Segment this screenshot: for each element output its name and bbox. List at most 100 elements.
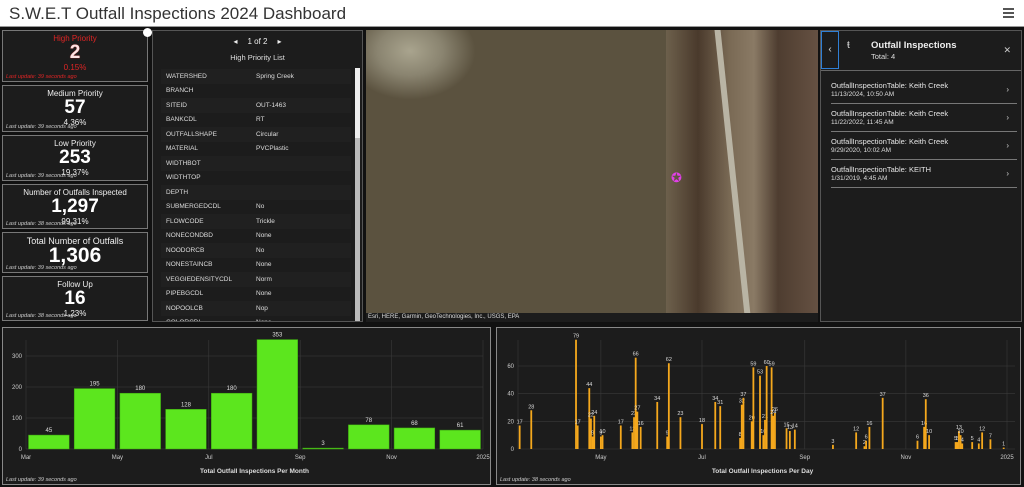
day-bar (765, 366, 768, 449)
card-medium-priority: Medium Priority 57 4.36% Last update: 39… (2, 85, 148, 132)
y-tick-label: 60 (507, 364, 514, 370)
day-bar (865, 440, 868, 449)
data-label: 78 (365, 418, 372, 424)
day-bar (739, 437, 742, 449)
day-bar (774, 413, 776, 449)
header: S.W.E.T Outfall Inspections 2024 Dashboa… (0, 0, 1024, 27)
day-bar (881, 397, 884, 449)
chart-update: Last update: 38 seconds ago (500, 477, 571, 483)
list-item[interactable]: OutfallInspectionTable: Keith Creek 9/29/… (831, 132, 1017, 160)
field-value: RT (256, 116, 265, 124)
resize-handle[interactable] (143, 28, 152, 37)
day-bar (924, 399, 927, 449)
data-label: 3 (321, 441, 325, 447)
data-label: 10 (958, 429, 964, 435)
bar-aug (256, 339, 298, 450)
card-update: Last update: 39 seconds ago (6, 124, 77, 130)
item-date: 1/31/2019, 4:45 AM (831, 175, 888, 182)
day-bar (619, 425, 622, 449)
data-label: 28 (528, 404, 534, 410)
card-high-priority: High Priority 2 0.15% Last update: 39 se… (2, 30, 148, 82)
chevron-right-icon: › (1006, 85, 1009, 94)
table-row: COLORCDLNone (161, 316, 351, 321)
field-value: Circular (256, 130, 279, 138)
card-low-priority: Low Priority 253 19.37% Last update: 39 … (2, 135, 148, 181)
day-bar (989, 439, 992, 449)
chevron-right-icon: › (1006, 141, 1009, 150)
data-label: 79 (573, 334, 579, 340)
field-name: WIDTHTOP (166, 174, 201, 182)
day-bar (961, 443, 964, 449)
y-tick-label: 100 (12, 416, 23, 422)
day-bar (667, 363, 670, 449)
day-bar (740, 404, 743, 449)
attribute-table: WATERSHED Spring Creek BRANCH SITEID OUT-146… (161, 69, 351, 321)
x-tick-label: Mar (21, 455, 31, 461)
table-row: BRANCH (161, 84, 351, 99)
day-bar (631, 432, 634, 449)
day-bar (977, 443, 980, 449)
data-label: 17 (618, 419, 624, 425)
data-label: 27 (634, 406, 640, 412)
field-name: NONECONDBD (166, 232, 213, 240)
data-label: 17 (517, 419, 523, 425)
hamburger-icon[interactable] (1003, 8, 1014, 20)
day-bar (656, 401, 659, 449)
x-tick-label: Nov (386, 455, 397, 461)
table-row: WIDTHTOP (161, 171, 351, 186)
bar-dec (439, 429, 481, 450)
day-bar (764, 419, 766, 449)
item-name: OutfallInspectionTable: Keith Creek (831, 81, 949, 90)
day-bar (599, 436, 602, 449)
scrollbar[interactable] (355, 68, 360, 321)
x-tick-label: Nov (901, 455, 912, 461)
close-icon[interactable]: ✕ (1003, 45, 1011, 56)
outfall-marker-icon[interactable]: ✪ (671, 170, 682, 186)
field-name: SITEID (166, 101, 187, 109)
back-button[interactable]: ‹ (821, 31, 839, 69)
data-label: 34 (654, 396, 660, 402)
monthly-chart: 0 100 200 300 Mar May Jul Sep Nov 2025 45 195 180 128… (2, 327, 491, 485)
table-row: SITEID OUT-1463 (161, 98, 351, 113)
data-label: 3 (831, 439, 834, 445)
day-bar (788, 431, 791, 449)
bar-sep (302, 447, 344, 450)
field-name: PIPEBGCDL (166, 290, 204, 298)
item-name: OutfallInspectionTable: Keith Creek (831, 137, 949, 146)
chart-title: Total Outfall Inspections Per Month (200, 468, 309, 475)
table-row: PIPEBGCDL None (161, 287, 351, 302)
day-bar (923, 426, 926, 449)
data-label: 7 (989, 433, 992, 439)
day-bar (636, 411, 639, 449)
card-percent: 0.15% (63, 63, 87, 72)
table-row: NOODORCB No (161, 243, 351, 258)
chevron-right-icon: › (1006, 113, 1009, 122)
data-label: 10 (926, 429, 932, 435)
day-bar (971, 442, 974, 449)
field-value: None (256, 319, 272, 321)
field-value: Nop (256, 304, 268, 312)
x-tick-label: May (595, 455, 606, 461)
x-tick-label: Jul (205, 455, 213, 461)
day-bar (593, 415, 596, 449)
data-label: 66 (633, 352, 639, 358)
table-row: NONESTAINCB None (161, 258, 351, 273)
data-label: 17 (575, 419, 581, 425)
field-value: Trickle (256, 217, 275, 225)
data-label: 195 (90, 382, 101, 388)
field-name: WIDTHBOT (166, 159, 201, 167)
bar-mar (28, 434, 70, 450)
list-item[interactable]: OutfallInspectionTable: Keith Creek 11/13… (831, 76, 1017, 104)
list-item[interactable]: OutfallInspectionTable: Keith Creek 11/22… (831, 104, 1017, 132)
prev-page-icon[interactable]: ◂ (233, 37, 237, 46)
daily-chart: 0 20 40 60 May Jul Sep Nov 2025 17 28 79 17 44 22 9 24 9 1… (496, 327, 1021, 485)
data-label: 1 (1002, 442, 1005, 448)
next-page-icon[interactable]: ▸ (278, 37, 282, 46)
map-attribution: Esri, HERE, Garmin, GeoTechnologies, Inc… (366, 313, 818, 322)
day-bar (928, 435, 930, 449)
list-item[interactable]: OutfallInspectionTable: KEITH 1/31/2019, … (831, 160, 1017, 188)
item-date: 11/22/2022, 11:45 AM (831, 119, 894, 126)
map-view[interactable]: ✪ Esri, HERE, Garmin, GeoTechnologies, I… (366, 30, 818, 322)
table-row: SUBMERGEDCDL No (161, 200, 351, 215)
field-name: WATERSHED (166, 72, 207, 80)
